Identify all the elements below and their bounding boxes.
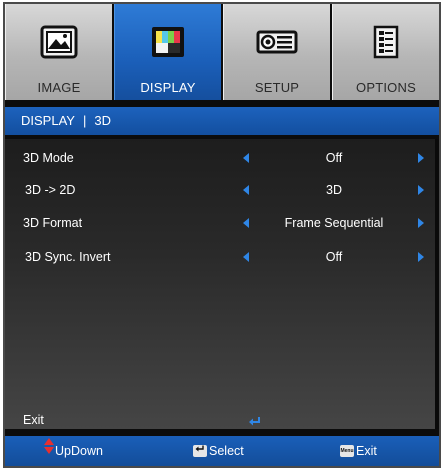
arrow-right-icon[interactable] xyxy=(418,218,424,228)
tab-bar: IMAGE DISPLAY SETUP OPTIONS xyxy=(5,4,439,100)
tab-display[interactable]: DISPLAY xyxy=(114,4,221,100)
setting-value: Off xyxy=(325,250,343,264)
arrow-left-icon[interactable] xyxy=(243,252,249,262)
setting-row-3d-format[interactable]: 3D Format Frame Sequential xyxy=(5,210,439,236)
display-icon xyxy=(148,24,188,65)
updown-icon xyxy=(43,436,55,466)
osd-menu: IMAGE DISPLAY SETUP OPTIONS DISPLAY | 3D… xyxy=(3,2,441,468)
tab-label: SETUP xyxy=(254,80,300,95)
breadcrumb-section: DISPLAY xyxy=(21,113,75,128)
tab-setup[interactable]: SETUP xyxy=(223,4,330,100)
enter-icon[interactable] xyxy=(248,415,262,433)
breadcrumb-page: 3D xyxy=(94,113,111,128)
setting-label: 3D Mode xyxy=(23,151,74,165)
enter-key-icon xyxy=(193,445,207,457)
settings-panel: 3D Mode Off 3D -> 2D 3D 3D Format Frame … xyxy=(5,139,439,429)
setting-row-3d-mode[interactable]: 3D Mode Off xyxy=(5,145,439,171)
tab-label: IMAGE xyxy=(37,80,81,95)
image-icon xyxy=(39,24,79,65)
menu-key-icon: Menu xyxy=(340,445,354,457)
setup-icon xyxy=(255,24,299,65)
hint-select: Select xyxy=(193,436,244,466)
breadcrumb-separator: | xyxy=(82,113,87,128)
arrow-right-icon[interactable] xyxy=(418,185,424,195)
hint-updown-label: UpDown xyxy=(55,444,103,458)
arrow-right-icon[interactable] xyxy=(418,252,424,262)
options-icon xyxy=(371,24,401,65)
scrollbar[interactable] xyxy=(435,139,439,429)
setting-label: 3D Sync. Invert xyxy=(25,250,111,264)
tab-options[interactable]: OPTIONS xyxy=(332,4,439,100)
hint-updown: UpDown xyxy=(43,436,103,466)
breadcrumb: DISPLAY | 3D xyxy=(5,107,439,135)
setting-value: Off xyxy=(325,151,343,165)
tab-label: OPTIONS xyxy=(356,80,416,95)
exit-item[interactable]: Exit xyxy=(23,413,44,427)
hint-exit: Menu Exit xyxy=(340,436,377,466)
footer-hints: UpDown Select Menu Exit xyxy=(5,436,439,466)
tab-image[interactable]: IMAGE xyxy=(5,4,112,100)
hint-select-label: Select xyxy=(209,444,244,458)
arrow-left-icon[interactable] xyxy=(243,218,249,228)
setting-value: Frame Sequential xyxy=(284,216,384,230)
arrow-right-icon[interactable] xyxy=(418,153,424,163)
arrow-left-icon[interactable] xyxy=(243,153,249,163)
setting-label: 3D Format xyxy=(23,216,83,230)
setting-value: 3D xyxy=(326,183,342,197)
tab-label: DISPLAY xyxy=(140,80,196,95)
setting-label: 3D -> 2D xyxy=(25,183,76,197)
arrow-left-icon[interactable] xyxy=(243,185,249,195)
hint-exit-label: Exit xyxy=(356,444,377,458)
setting-row-3d-sync-invert[interactable]: 3D Sync. Invert Off xyxy=(5,244,439,270)
setting-row-3d-to-2d[interactable]: 3D -> 2D 3D xyxy=(5,177,439,203)
